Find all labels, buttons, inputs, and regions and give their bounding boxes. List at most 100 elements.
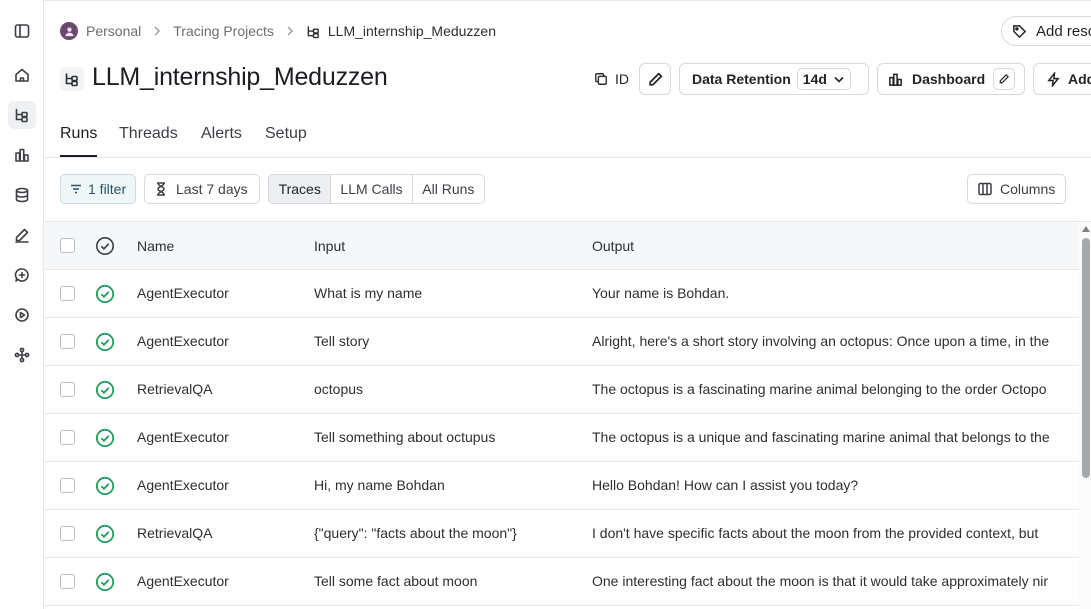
run-input: Tell something about octupus [314,429,496,445]
tracing-icon[interactable] [8,101,36,129]
sidebar-toggle-icon[interactable] [8,17,36,45]
filter-button[interactable]: 1 filter [60,174,136,204]
filter-icon [71,184,81,194]
select-all-checkbox[interactable] [60,238,75,253]
run-input: Hi, my name Bohdan [314,477,445,493]
row-checkbox[interactable] [60,526,75,541]
row-checkbox[interactable] [60,334,75,349]
left-sidebar [0,0,44,609]
table-header: Name Input Output [44,221,1091,270]
run-name: AgentExecutor [137,573,229,589]
run-name: RetrievalQA [137,525,213,541]
run-input: octopus [314,381,364,397]
lightning-icon [1047,71,1060,87]
scrollbar-thumb[interactable] [1082,238,1090,478]
run-output: Alright, here's a short story involving … [592,333,1050,349]
run-output: I don't have specific facts about the mo… [592,525,1039,541]
data-retention-select[interactable]: 14d [796,68,851,90]
table-row[interactable]: AgentExecutor Tell story Alright, here's… [44,318,1091,366]
run-name: AgentExecutor [137,333,229,349]
row-checkbox[interactable] [60,382,75,397]
tab-setup[interactable]: Setup [265,125,307,157]
row-checkbox[interactable] [60,478,75,493]
breadcrumb-project-label: LLM_internship_Meduzzen [327,23,496,39]
chevron-down-icon [834,76,844,83]
chevron-right-icon [286,26,294,36]
deployments-icon[interactable] [8,301,36,329]
date-range-button[interactable]: Last 7 days [144,174,260,204]
breadcrumb-project[interactable]: LLM_internship_Meduzzen [306,23,496,39]
filter-label: 1 filter [88,181,127,197]
row-checkbox[interactable] [60,574,75,589]
success-check-icon [95,380,115,400]
run-output: Your name is Bohdan. [592,285,730,301]
table-row[interactable]: AgentExecutor Tell something about octup… [44,414,1091,462]
table-row[interactable]: RetrievalQA {"query": "facts about the m… [44,510,1091,558]
pencil-icon [648,71,663,86]
runs-table-body: AgentExecutor What is my name Your name … [44,270,1091,606]
avatar[interactable] [60,22,78,40]
date-range-label: Last 7 days [176,181,248,197]
tab-runs[interactable]: Runs [60,125,98,157]
dashboard-label: Dashboard [912,71,986,87]
tab-bar: Runs Threads Alerts Setup [44,118,1091,158]
add-rule-button[interactable]: Add [1033,63,1091,95]
data-retention-control: Data Retention 14d [679,63,869,95]
dashboard-button[interactable]: Dashboard [877,63,1025,95]
row-checkbox[interactable] [60,430,75,445]
run-input: {"query": "facts about the moon"} [314,525,517,541]
pencil-icon [999,74,1010,84]
table-row[interactable]: AgentExecutor Hi, my name Bohdan Hello B… [44,462,1091,510]
run-input: What is my name [314,285,423,301]
run-output: The octopus is a fascinating marine anim… [592,381,1047,397]
run-output: Hello Bohdan! How can I assist you today… [592,477,859,493]
edit-project-button[interactable] [639,63,671,95]
column-header-name[interactable]: Name [137,238,174,254]
datasets-icon[interactable] [8,181,36,209]
tab-threads[interactable]: Threads [119,125,178,157]
run-input: Tell some fact about moon [314,573,478,589]
prompts-icon[interactable] [8,261,36,289]
run-name: AgentExecutor [137,429,229,445]
table-row[interactable]: AgentExecutor Tell some fact about moon … [44,558,1091,606]
graph-icon[interactable] [8,341,36,369]
edit-dashboard-button[interactable] [993,68,1016,90]
copy-id-button[interactable]: ID [594,69,629,89]
run-name: RetrievalQA [137,381,213,397]
run-name: AgentExecutor [137,285,229,301]
columns-label: Columns [1000,181,1056,197]
run-type-traces[interactable]: Traces [269,175,332,203]
run-output: One interesting fact about the moon is t… [592,573,1049,589]
run-name: AgentExecutor [137,477,229,493]
scroll-up-arrow-icon[interactable] [1082,226,1090,232]
columns-button[interactable]: Columns [967,174,1066,204]
status-column-icon [95,236,115,256]
data-retention-label: Data Retention [692,71,791,87]
add-rule-label: Add [1068,71,1091,87]
data-retention-value: 14d [802,71,827,87]
copy-icon [595,73,607,85]
column-header-output[interactable]: Output [592,238,634,254]
monitoring-icon[interactable] [8,141,36,169]
hourglass-icon [157,182,165,196]
add-resource-button[interactable]: Add reso [1001,16,1091,46]
top-border [44,0,1091,2]
table-row[interactable]: RetrievalQA octopus The octopus is a fas… [44,366,1091,414]
add-resource-label: Add reso [1036,22,1091,40]
project-icon [60,67,84,91]
breadcrumb-section[interactable]: Tracing Projects [173,23,274,39]
row-checkbox[interactable] [60,286,75,301]
run-output: The octopus is a unique and fascinating … [592,429,1050,445]
run-type-llm-calls[interactable]: LLM Calls [331,175,413,203]
success-check-icon [95,428,115,448]
table-row[interactable]: AgentExecutor What is my name Your name … [44,270,1091,318]
breadcrumb-workspace[interactable]: Personal [86,23,141,39]
run-type-all-runs[interactable]: All Runs [413,175,484,203]
annotation-icon[interactable] [8,221,36,249]
bar-chart-icon [889,73,902,86]
home-icon[interactable] [8,61,36,89]
success-check-icon [95,572,115,592]
chevron-right-icon [153,26,161,36]
column-header-input[interactable]: Input [314,238,345,254]
tab-alerts[interactable]: Alerts [201,125,242,157]
